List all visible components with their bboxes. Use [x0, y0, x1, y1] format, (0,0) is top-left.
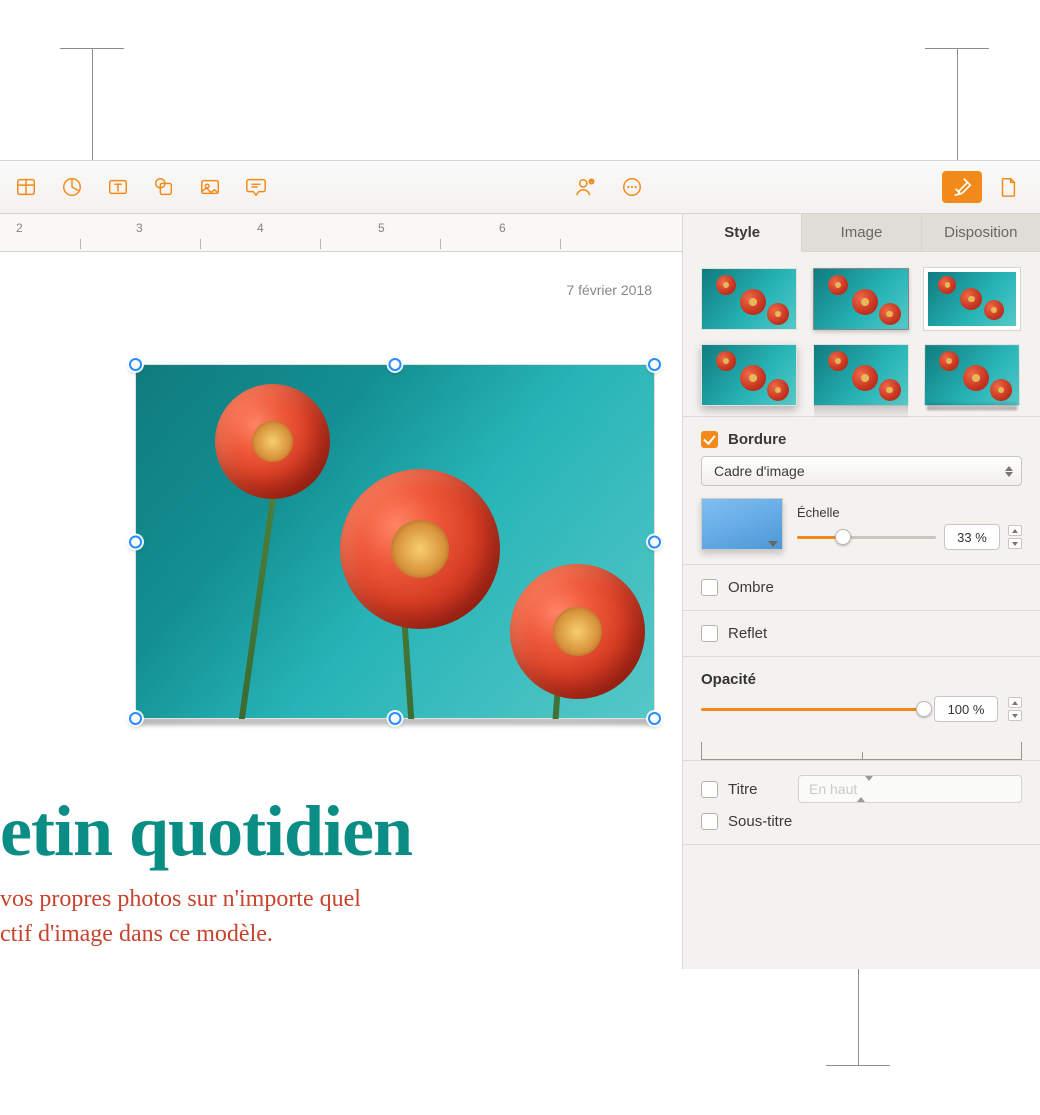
opacity-value-field[interactable]: 100 % [934, 696, 998, 722]
shadow-checkbox[interactable] [701, 579, 718, 596]
insert-text-button[interactable] [98, 171, 138, 203]
insert-chart-button[interactable] [52, 171, 92, 203]
more-button[interactable] [612, 171, 652, 203]
style-preset-shadow[interactable] [701, 344, 797, 406]
caption-section: Titre En haut Sous-titre [683, 760, 1040, 845]
opacity-section: Opacité 100 % [683, 657, 1040, 736]
image-content [135, 364, 655, 719]
scale-stepper[interactable] [1008, 525, 1022, 549]
reflection-label: Reflet [728, 625, 767, 642]
annotation-bracket [701, 742, 1022, 760]
resize-handle-ne[interactable] [648, 358, 661, 371]
resize-handle-nw[interactable] [129, 358, 142, 371]
chevron-updown-icon [857, 781, 873, 797]
style-preset-none[interactable] [701, 268, 797, 330]
image-style-presets [683, 252, 1040, 417]
ruler-mark: 2 [16, 221, 23, 235]
style-preset-thin-border[interactable] [813, 268, 909, 330]
tab-style[interactable]: Style [683, 214, 802, 252]
selected-image[interactable] [135, 364, 655, 719]
scale-slider[interactable] [797, 527, 936, 547]
format-inspector-button[interactable] [942, 171, 982, 203]
insert-shape-button[interactable] [144, 171, 184, 203]
resize-handle-n[interactable] [389, 358, 402, 371]
reflection-checkbox[interactable] [701, 625, 718, 642]
ruler-mark: 4 [257, 221, 264, 235]
title-checkbox[interactable] [701, 781, 718, 798]
subtitle-checkbox[interactable] [701, 813, 718, 830]
opacity-stepper[interactable] [1008, 697, 1022, 721]
chevron-down-icon [768, 541, 778, 547]
scale-label: Échelle [797, 505, 1022, 520]
opacity-label: Opacité [701, 671, 1022, 688]
document-date: 7 février 2018 [566, 282, 652, 298]
border-type-select[interactable]: Cadre d'image [701, 456, 1022, 486]
resize-handle-se[interactable] [648, 712, 661, 725]
insert-media-button[interactable] [190, 171, 230, 203]
chevron-updown-icon [1003, 463, 1015, 479]
document-headline[interactable]: etin quotidien [0, 790, 412, 873]
ruler-mark: 6 [499, 221, 506, 235]
toolbar [0, 160, 1040, 214]
document-inspector-button[interactable] [988, 171, 1028, 203]
scale-value-field[interactable]: 33 % [944, 524, 1000, 550]
ruler-mark: 3 [136, 221, 143, 235]
border-frame-preview[interactable] [701, 498, 783, 550]
reflection-section: Reflet [683, 611, 1040, 657]
annotation-line-right [957, 48, 958, 166]
document-subhead[interactable]: vos propres photos sur n'importe quel ct… [0, 882, 642, 952]
style-preset-curl[interactable] [924, 344, 1020, 406]
format-sidebar: Style Image Disposition [682, 214, 1040, 969]
tab-image[interactable]: Image [802, 214, 921, 252]
resize-handle-s[interactable] [389, 712, 402, 725]
tab-layout[interactable]: Disposition [922, 214, 1040, 252]
shadow-label: Ombre [728, 579, 774, 596]
resize-handle-e[interactable] [648, 535, 661, 548]
style-preset-reflection[interactable] [813, 344, 909, 406]
title-label: Titre [728, 781, 788, 798]
border-section: Bordure Cadre d'image Échelle [683, 417, 1040, 565]
border-label: Bordure [728, 431, 786, 448]
style-preset-white-border[interactable] [924, 268, 1020, 330]
shadow-section: Ombre [683, 565, 1040, 611]
border-checkbox[interactable] [701, 431, 718, 448]
subtitle-label: Sous-titre [728, 813, 792, 830]
inspector-tabs: Style Image Disposition [683, 214, 1040, 252]
resize-handle-sw[interactable] [129, 712, 142, 725]
collaborate-button[interactable] [566, 171, 606, 203]
ruler-mark: 5 [378, 221, 385, 235]
title-position-select[interactable]: En haut [798, 775, 1022, 803]
document-canvas[interactable]: 7 février 2018 etin quotidien vos propre… [0, 252, 682, 969]
insert-table-button[interactable] [6, 171, 46, 203]
resize-handle-w[interactable] [129, 535, 142, 548]
opacity-slider[interactable] [701, 699, 924, 719]
ruler: 2 3 4 5 6 [0, 214, 682, 252]
insert-comment-button[interactable] [236, 171, 276, 203]
